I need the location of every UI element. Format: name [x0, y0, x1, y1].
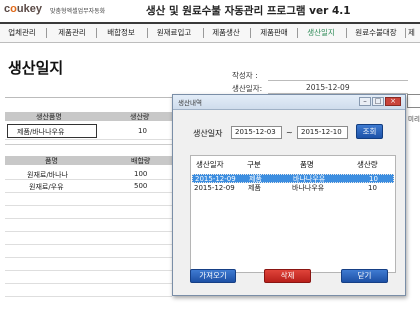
search-button[interactable]: 조회	[356, 124, 383, 139]
dialog-titlebar[interactable]: 생산내역 – □ ×	[173, 95, 405, 110]
list-cell-date: 2015-12-09	[194, 184, 235, 192]
list-cell-type: 제품	[248, 184, 261, 192]
close-button[interactable]: 닫기	[341, 269, 388, 283]
list-header-type: 구분	[247, 160, 261, 169]
close-icon[interactable]: ×	[385, 97, 401, 106]
product-quantity-cell[interactable]: 10	[138, 127, 147, 135]
product-name-cell[interactable]: 제품/바나나우유	[17, 127, 64, 137]
table-row-line	[5, 205, 172, 206]
list-cell-name: 바나나우유	[292, 184, 325, 192]
table-row-line	[5, 231, 172, 232]
material-amount-cell[interactable]: 500	[134, 182, 147, 190]
nav-divider	[297, 28, 298, 38]
history-list[interactable]: 생산일자 구분 품명 생산량 2015-12-09 제품 바나나우유 10 20…	[190, 155, 396, 273]
nav-divider	[46, 28, 47, 38]
tagline: 맞춤형엑셀업무자동화	[50, 8, 106, 15]
maximize-icon[interactable]: □	[372, 97, 384, 106]
list-header-date: 생산일자	[196, 160, 224, 169]
page-title: 생산일지	[8, 59, 64, 77]
preview-button[interactable]	[407, 94, 420, 108]
minimize-icon[interactable]: –	[359, 97, 371, 106]
nav-divider	[96, 28, 97, 38]
nav-item-vendors[interactable]: 업체관리	[2, 24, 42, 42]
nav-divider	[250, 28, 251, 38]
list-cell-type: 제품	[249, 175, 262, 183]
nav-divider	[405, 28, 406, 38]
nav-item-production[interactable]: 제품생산	[206, 24, 246, 42]
period-label: 생산일자	[193, 129, 223, 138]
nav-item-recipe[interactable]: 배합정보	[100, 24, 142, 42]
list-item[interactable]: 2015-12-09 제품 바나나우유 10	[192, 184, 394, 193]
table-row-line	[5, 270, 172, 271]
author-label: 작성자 :	[232, 71, 258, 80]
list-cell-qty: 10	[369, 175, 378, 183]
table-row-line	[5, 296, 172, 297]
preview-label: 미리	[408, 115, 420, 123]
material-name-cell[interactable]: 원재료/우유	[29, 182, 64, 192]
list-header-name: 품명	[300, 160, 314, 169]
date-range-separator: ~	[286, 128, 293, 137]
list-cell-qty: 10	[368, 184, 377, 192]
col-header-quantity: 생산량	[130, 113, 150, 121]
section-divider	[5, 97, 172, 98]
table-row-line	[5, 139, 172, 140]
table-row-line	[5, 192, 172, 193]
section-divider	[5, 144, 172, 145]
date-to-field[interactable]: 2015-12-10	[297, 126, 348, 139]
nav-item-material-inbound[interactable]: 원재료입고	[150, 24, 198, 42]
date-from-field[interactable]: 2015-12-03	[231, 126, 282, 139]
delete-button[interactable]: 삭제	[264, 269, 311, 283]
app-title: 생산 및 원료수불 자동관리 프로그램 ver 4.1	[146, 5, 351, 17]
table-row-line	[5, 257, 172, 258]
table-row-line	[5, 218, 172, 219]
author-underline	[268, 80, 408, 81]
date-label: 생산일자:	[232, 84, 263, 93]
app-header: coukey 맞춤형엑셀업무자동화 생산 및 원료수불 자동관리 프로그램 ve…	[0, 0, 420, 22]
main-nav: 업체관리 제품관리 배합정보 원재료입고 제품생산 제품판매 생산일지 원료수불…	[0, 22, 420, 43]
col-header-item: 품명	[45, 157, 58, 165]
production-date-value[interactable]: 2015-12-09	[306, 83, 350, 92]
col-header-product: 생산품명	[36, 113, 62, 121]
nav-divider	[346, 28, 347, 38]
logo-text: coukey	[4, 3, 42, 15]
list-header-qty: 생산량	[357, 160, 378, 169]
col-header-mix-amount: 배합량	[131, 157, 151, 165]
nav-item-material-ledger[interactable]: 원료수불대장	[350, 24, 402, 42]
table-row-line	[5, 244, 172, 245]
list-cell-date: 2015-12-09	[195, 175, 236, 183]
table-row-line	[5, 179, 172, 180]
logo: coukey	[4, 3, 42, 15]
nav-divider	[203, 28, 204, 38]
list-cell-name: 바나나우유	[293, 175, 326, 183]
dialog-title: 생산내역	[178, 99, 202, 107]
nav-divider	[147, 28, 148, 38]
production-history-dialog: 생산내역 – □ × 생산일자 2015-12-03 ~ 2015-12-10 …	[172, 94, 406, 296]
nav-item-more[interactable]: 제	[408, 24, 420, 42]
fetch-button[interactable]: 가져오기	[190, 269, 236, 283]
material-amount-cell[interactable]: 100	[134, 170, 147, 178]
nav-item-sales[interactable]: 제품판매	[254, 24, 294, 42]
nav-item-products[interactable]: 제품관리	[52, 24, 92, 42]
table-row-line	[5, 283, 172, 284]
list-item[interactable]: 2015-12-09 제품 바나나우유 10	[192, 174, 394, 183]
nav-item-production-log[interactable]: 생산일지	[301, 24, 341, 42]
